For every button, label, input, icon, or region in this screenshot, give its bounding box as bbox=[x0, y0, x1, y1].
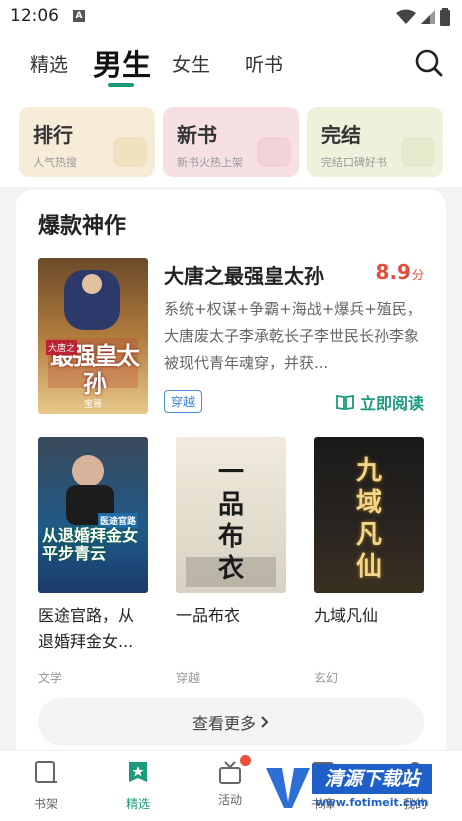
cover-subtitle: 大唐之 bbox=[46, 340, 78, 355]
signal-icon bbox=[421, 10, 435, 24]
watermark: 清源下载站 www.fotimeit.com bbox=[266, 758, 434, 814]
cover-author: 宝哥 bbox=[83, 400, 102, 410]
hot-books-card: 爆款神作 最强皇太孙 大唐之 宝哥 大唐之最强皇太孙 8.9分 系统+权谋+争霸… bbox=[16, 190, 446, 760]
search-icon[interactable] bbox=[414, 48, 444, 78]
bottom-tab-bookshelf[interactable]: 书架 bbox=[11, 759, 81, 812]
bottom-tab-label: 活动 bbox=[217, 793, 242, 807]
bottom-tab-activity[interactable]: 活动 bbox=[195, 755, 265, 808]
top-tab-bar: 精选 男生 女生 听书 bbox=[0, 36, 462, 92]
bottom-tab-label: 书架 bbox=[33, 797, 58, 811]
category-ranking[interactable]: 排行 人气热搜 bbox=[19, 107, 155, 177]
book-genre: 玄幻 bbox=[314, 671, 339, 685]
tab-tingshu[interactable]: 听书 bbox=[245, 50, 283, 77]
chevron-right-icon bbox=[261, 716, 269, 728]
book-cover: 九域凡仙 bbox=[314, 437, 424, 593]
complete-icon bbox=[401, 137, 435, 167]
cover-title: 一品布衣 bbox=[217, 458, 244, 584]
tab-nvsheng[interactable]: 女生 bbox=[172, 50, 210, 77]
category-completed[interactable]: 完结 完结口碑好书 bbox=[307, 107, 443, 177]
book-title: 医途官路，从退婚拜金女... bbox=[38, 606, 135, 651]
book-item[interactable]: 一品布衣 一品布衣 穿越 bbox=[176, 437, 286, 686]
notification-dot bbox=[240, 755, 251, 766]
new-icon bbox=[257, 137, 291, 167]
bookshelf-icon bbox=[35, 761, 57, 783]
watermark-url: www.fotimeit.com bbox=[315, 796, 429, 809]
tab-jingxuan[interactable]: 精选 bbox=[30, 50, 68, 77]
cover-title: 九域凡仙 bbox=[355, 456, 382, 582]
see-more-label: 查看更多 bbox=[191, 714, 256, 733]
star-icon bbox=[113, 137, 147, 167]
status-bar: 12:06 A bbox=[0, 0, 462, 32]
book-open-icon bbox=[336, 394, 354, 410]
featured-book-cover[interactable]: 最强皇太孙 大唐之 宝哥 bbox=[38, 258, 148, 414]
featured-book-score: 8.9分 bbox=[376, 260, 424, 284]
tab-nansheng[interactable]: 男生 bbox=[93, 42, 151, 84]
watermark-text: 清源下载站 bbox=[312, 764, 432, 794]
status-time: 12:06 bbox=[10, 6, 59, 26]
book-title: 一品布衣 bbox=[176, 606, 241, 625]
bottom-tab-label: 精选 bbox=[125, 797, 150, 811]
category-row: 排行 人气热搜 新书 新书火热上架 完结 完结口碑好书 bbox=[0, 107, 462, 179]
featured-book-title[interactable]: 大唐之最强皇太孙 bbox=[164, 260, 324, 289]
book-cover: 医途官路 从退婚拜金女平步青云 bbox=[38, 437, 148, 593]
watermark-logo-icon bbox=[266, 768, 310, 808]
book-genre: 穿越 bbox=[176, 671, 201, 685]
read-now-button[interactable]: 立即阅读 bbox=[336, 390, 424, 414]
battery-icon bbox=[440, 8, 450, 26]
score-unit: 分 bbox=[411, 268, 424, 282]
featured-book-description: 系统+权谋+争霸+海战+爆兵+殖民，大唐废太子李承乾长子李世民长孙李象被现代青年… bbox=[164, 300, 422, 372]
genre-badge: 穿越 bbox=[164, 390, 203, 413]
notification-icon: A bbox=[73, 10, 85, 22]
gift-icon bbox=[217, 755, 251, 785]
section-title: 爆款神作 bbox=[38, 214, 127, 239]
cover-title: 从退婚拜金女平步青云 bbox=[42, 526, 139, 563]
bottom-tab-featured[interactable]: 精选 bbox=[103, 759, 173, 812]
see-more-button[interactable]: 查看更多 bbox=[38, 698, 424, 746]
active-tab-indicator bbox=[108, 83, 134, 87]
score-value: 8.9 bbox=[375, 260, 411, 284]
book-title: 九域凡仙 bbox=[314, 606, 379, 625]
book-item[interactable]: 九域凡仙 九域凡仙 玄幻 bbox=[314, 437, 424, 686]
status-icons bbox=[396, 8, 450, 26]
book-item[interactable]: 医途官路 从退婚拜金女平步青云 医途官路，从退婚拜金女... 文学 bbox=[38, 437, 148, 686]
featured-star-icon bbox=[129, 762, 147, 782]
book-genre: 文学 bbox=[38, 671, 63, 685]
category-new[interactable]: 新书 新书火热上架 bbox=[163, 107, 299, 177]
book-cover: 一品布衣 bbox=[176, 437, 286, 593]
wifi-icon bbox=[396, 9, 416, 24]
read-now-label: 立即阅读 bbox=[359, 394, 424, 413]
